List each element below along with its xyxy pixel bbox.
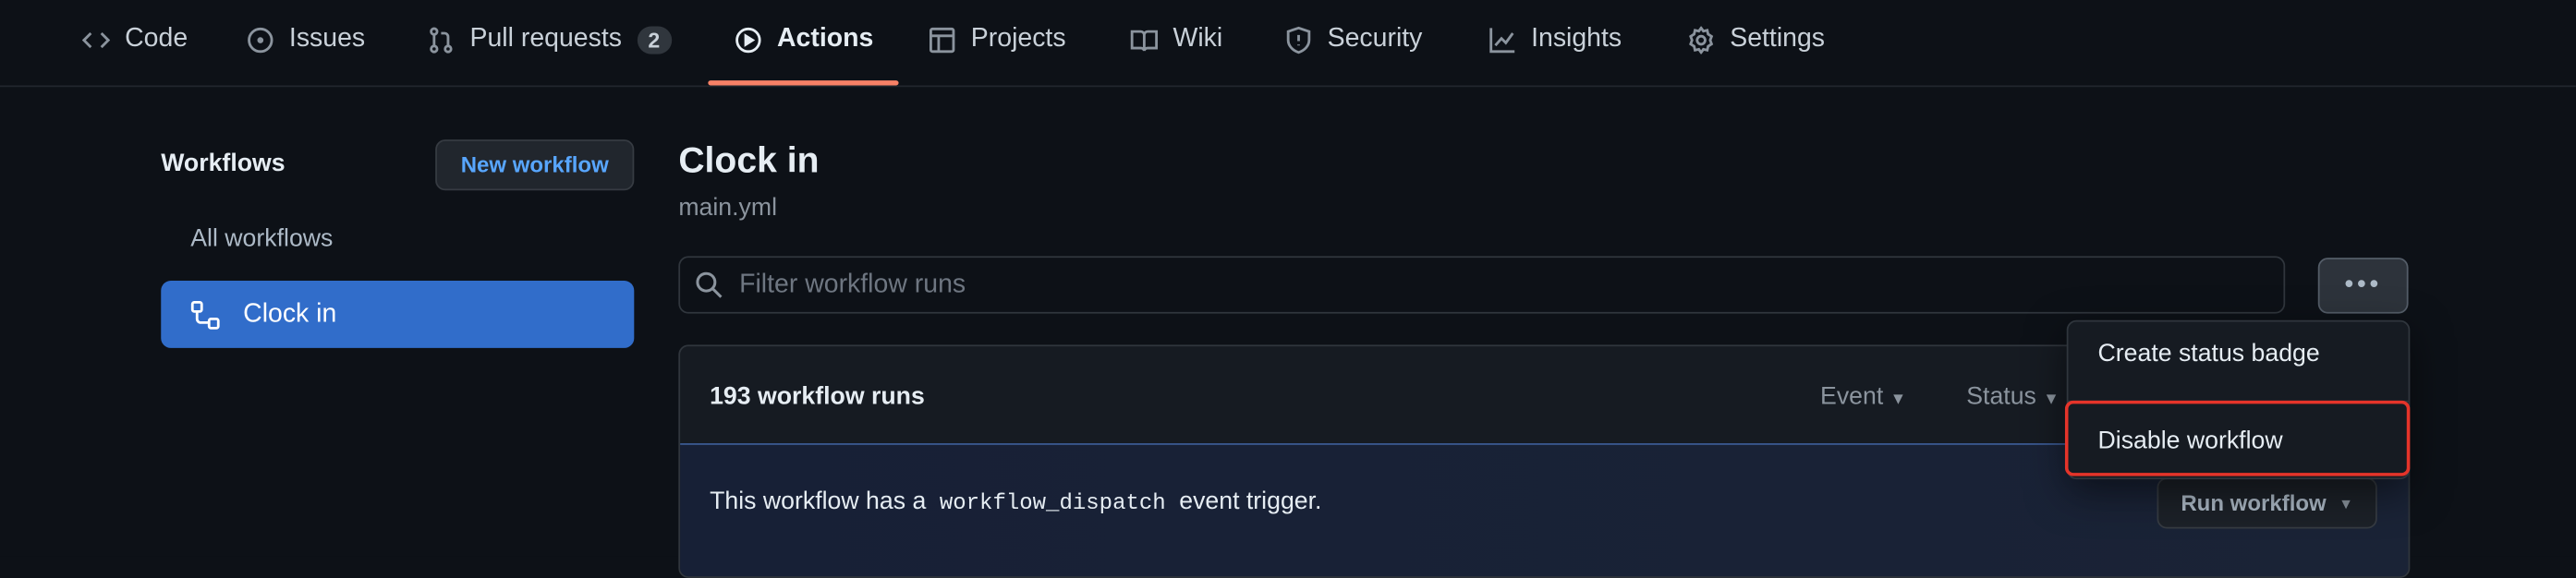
shield-icon	[1286, 25, 1311, 54]
book-icon	[1130, 29, 1159, 51]
tab-code[interactable]: Code	[81, 19, 188, 59]
tab-settings[interactable]: Settings	[1687, 19, 1825, 59]
tab-projects[interactable]: Projects	[929, 19, 1066, 59]
runs-count: 193 workflow runs	[710, 382, 925, 411]
tab-pull-requests[interactable]: Pull requests 2	[427, 19, 672, 59]
event-label: Event	[1820, 382, 1884, 411]
filter-workflow-runs-input[interactable]: Filter workflow runs	[678, 256, 2286, 314]
tab-label: Projects	[970, 24, 1066, 53]
page-title: Clock in	[678, 139, 820, 181]
tab-actions[interactable]: Actions	[735, 19, 874, 59]
tab-label: Wiki	[1173, 24, 1223, 53]
kebab-horizontal-icon: •••	[2344, 271, 2382, 299]
graph-icon	[1489, 27, 1515, 53]
tab-insights[interactable]: Insights	[1488, 19, 1622, 59]
tab-label: Actions	[776, 24, 874, 53]
status-label: Status	[1966, 382, 2036, 411]
tab-label: Settings	[1730, 24, 1826, 53]
workflow-file-link[interactable]: main.yml	[678, 194, 777, 222]
pull-request-icon	[430, 26, 453, 53]
tab-label: Issues	[288, 24, 366, 53]
sidebar-title: Workflows	[161, 149, 286, 178]
more-options-button[interactable]: •••	[2317, 258, 2409, 314]
run-workflow-label: Run workflow	[2181, 490, 2327, 516]
github-actions-page: Code Issues Pull requests 2 Actions Proj…	[0, 0, 2576, 578]
run-workflow-button[interactable]: Run workflow ▼	[2157, 477, 2377, 529]
nav-divider	[0, 85, 2576, 88]
menu-item-create-status-badge[interactable]: Create status badge	[2098, 340, 2320, 367]
active-tab-underline	[708, 80, 899, 86]
tab-issues[interactable]: Issues	[247, 19, 365, 59]
banner-code: workflow_dispatch	[939, 492, 1166, 518]
tab-label: Insights	[1531, 24, 1622, 53]
tab-wiki[interactable]: Wiki	[1130, 19, 1222, 59]
sidebar-item-label: Clock in	[243, 299, 337, 328]
tab-security[interactable]: Security	[1284, 19, 1422, 59]
filter-placeholder: Filter workflow runs	[739, 270, 966, 298]
workflow-icon	[190, 300, 220, 329]
sidebar-item-all-workflows[interactable]: All workflows	[190, 225, 333, 253]
tab-label: Code	[125, 24, 188, 53]
play-icon	[735, 26, 761, 53]
search-icon	[696, 271, 723, 298]
code-icon	[81, 31, 111, 48]
banner-suffix: event trigger.	[1179, 488, 1322, 516]
new-workflow-button[interactable]: New workflow	[435, 139, 635, 191]
caret-down-icon: ▼	[1889, 391, 1907, 409]
caret-down-icon: ▼	[2339, 495, 2353, 512]
banner-text: This workflow has a workflow_dispatch ev…	[710, 488, 1321, 517]
highlight-box	[2064, 400, 2411, 476]
issue-icon	[248, 26, 273, 53]
pull-request-count-badge: 2	[636, 25, 672, 54]
event-filter-dropdown[interactable]: Event ▼	[1820, 382, 1906, 410]
sidebar-item-clock-in[interactable]: Clock in	[161, 281, 635, 348]
tab-label: Pull requests	[469, 24, 622, 53]
gear-icon	[1689, 25, 1714, 54]
table-icon	[929, 26, 955, 53]
banner-prefix: This workflow has a	[710, 488, 927, 516]
caret-down-icon: ▼	[2043, 391, 2060, 409]
tab-label: Security	[1327, 24, 1423, 53]
status-filter-dropdown[interactable]: Status ▼	[1966, 382, 2060, 410]
